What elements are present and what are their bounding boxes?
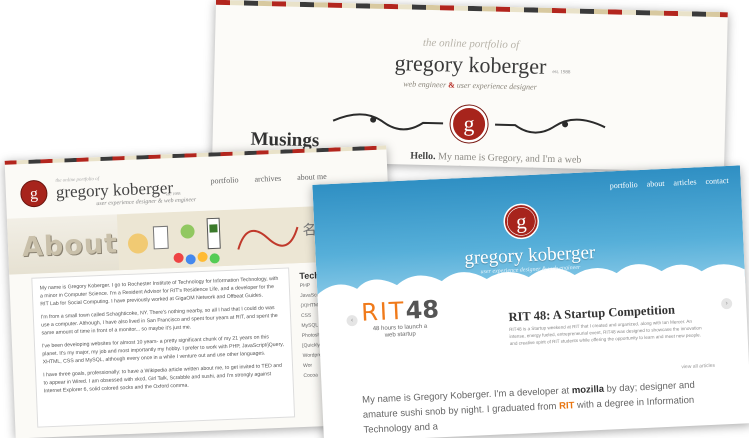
next-arrow-icon[interactable]: ›	[720, 297, 733, 310]
subtitle-part-1: web engineer	[403, 79, 447, 90]
intro-hello: Hello.	[410, 150, 436, 163]
about-content: My name is Gregory Koberger. I go to Roc…	[31, 267, 296, 428]
rit48-number: 48	[404, 295, 440, 325]
rit48-letters: RIT	[360, 296, 407, 327]
main-nav: portfolio archives about me	[210, 171, 340, 186]
nav-articles[interactable]: articles	[673, 177, 696, 187]
top-stripe	[4, 145, 387, 165]
about-paragraph: I've been developing websites for almost…	[41, 334, 285, 366]
top-stripe	[215, 0, 728, 18]
g-logo-icon[interactable]: g	[19, 179, 48, 208]
about-paragraph: I'm from a small town called Schaghticok…	[40, 305, 278, 337]
subtitle-part-2: user experience designer	[456, 80, 537, 92]
bio-text: My name is Gregory Koberger. I'm a devel…	[362, 376, 724, 437]
prev-arrow-icon[interactable]: ‹	[346, 314, 358, 327]
about-paragraph: I have three goals, professionally: to h…	[43, 362, 283, 395]
rit48-caption: 48 hours to launch a web startup	[372, 323, 428, 339]
view-all-articles-link[interactable]: view all articles	[681, 363, 715, 371]
nav-portfolio[interactable]: portfolio	[210, 175, 238, 185]
nav-portfolio[interactable]: portfolio	[610, 180, 638, 190]
nav-archives[interactable]: archives	[254, 174, 281, 184]
mozilla-link[interactable]: mozilla	[572, 384, 605, 396]
nav-about-me[interactable]: about me	[297, 172, 327, 182]
intro-body: My name is Gregory, and I'm a web engine…	[409, 151, 582, 173]
nav-about[interactable]: about	[646, 179, 664, 189]
rit48-logo[interactable]: RIT48 48 hours to launch a web startup	[361, 293, 483, 338]
portfolio-screenshot-musings: the online portfolio of gregory koberger…	[212, 0, 728, 173]
nav-contact[interactable]: contact	[705, 176, 728, 186]
svg-text:g: g	[515, 209, 527, 233]
intro-text: Hello. My name is Gregory, and I'm a web…	[410, 150, 616, 173]
subtitle-ampersand: &	[448, 80, 455, 90]
rit48-wordmark: RIT48	[360, 293, 482, 327]
rit-link[interactable]: RIT	[559, 400, 575, 412]
portfolio-screenshot-home: portfolio about articles contact g grego…	[312, 165, 749, 438]
est-label: est. 1988	[165, 190, 181, 197]
g-logo-icon[interactable]: g	[502, 203, 540, 241]
page-title: About	[21, 228, 119, 264]
est-label: est. 1988	[552, 70, 571, 76]
about-paragraph: My name is Gregory Koberger. I go to Roc…	[39, 275, 279, 308]
svg-text:g: g	[30, 185, 39, 202]
svg-text:g: g	[463, 111, 475, 136]
